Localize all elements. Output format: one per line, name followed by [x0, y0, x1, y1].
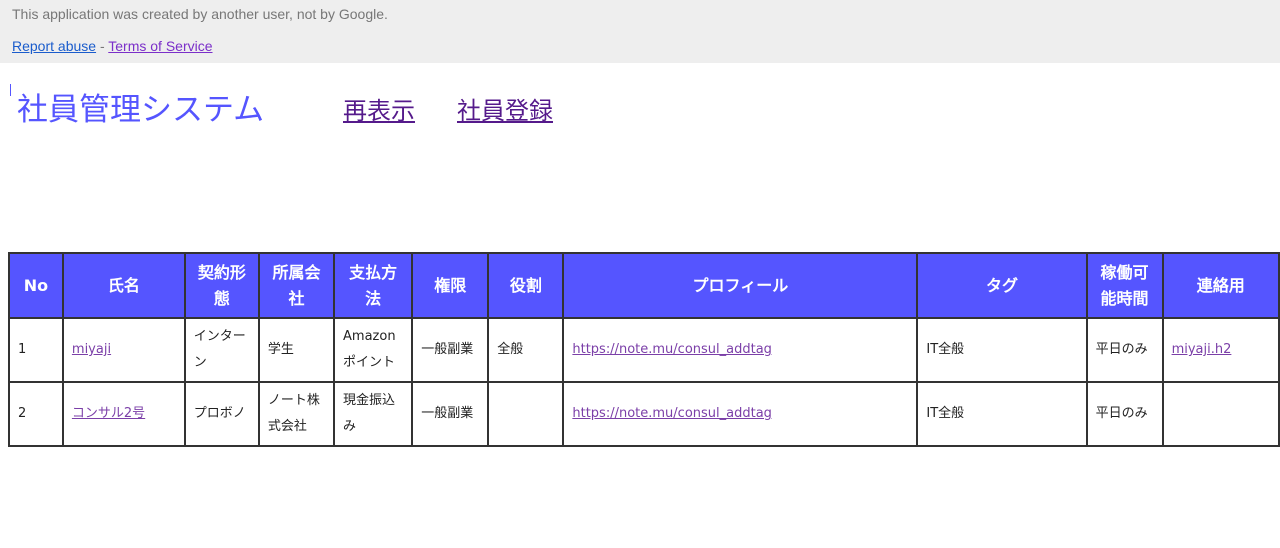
profile-link[interactable]: https://note.mu/consul_addtag: [572, 406, 772, 421]
cell-profile: https://note.mu/consul_addtag: [562, 317, 919, 383]
profile-link[interactable]: https://note.mu/consul_addtag: [572, 342, 772, 357]
banner-links: Report abuse - Terms of Service: [12, 38, 213, 54]
cell-company: 学生: [257, 317, 336, 383]
employee-table: No 氏名 契約形態 所属会社 支払方法 権限 役割 プロフィール タグ 稼働可能時間 連絡用 1m…: [8, 252, 1280, 447]
google-apps-script-banner: This application was created by another …: [0, 0, 1280, 63]
cell-name: miyaji: [61, 317, 186, 383]
table-row: 2 コンサル2号 プロボノ ノート株式会社 現金振込み 一般副業 https://note.…: [8, 381, 1280, 447]
reload-link[interactable]: 再表示: [343, 91, 415, 126]
cell-role: 全般: [487, 317, 565, 383]
text-cursor: [10, 84, 11, 96]
cell-contract-type: インターン: [183, 317, 260, 383]
table-row: 1 miyaji インターン 学生 Amazonポイント 一般副業 全般 https://no…: [8, 317, 1280, 383]
cell-permission: 一般副業: [411, 317, 490, 383]
cell-permission: 一般副業: [411, 381, 490, 447]
header-row: No 氏名 契約形態 所属会社 支払方法 権限 役割 プロフィール タグ 稼働可能時間 連絡用: [8, 252, 1280, 319]
separator: -: [96, 38, 109, 54]
cell-role: [487, 381, 565, 447]
cell-company: ノート株式会社: [257, 381, 336, 447]
cell-contact: miyaji.h2: [1161, 317, 1280, 383]
terms-of-service-link[interactable]: Terms of Service: [108, 38, 212, 54]
cell-tag: IT全般: [916, 317, 1088, 383]
cell-name: コンサル2号: [61, 381, 186, 447]
column-header-profile: プロフィール: [562, 252, 919, 319]
column-header-contract-type: 契約形態: [183, 252, 260, 319]
cell-payment-method: 現金振込み: [333, 381, 414, 447]
cell-available-hours: 平日のみ: [1085, 317, 1164, 383]
cell-profile: https://note.mu/consul_addtag: [562, 381, 919, 447]
banner-message: This application was created by another …: [12, 6, 388, 22]
column-header-tag: タグ: [916, 252, 1088, 319]
column-header-role: 役割: [487, 252, 565, 319]
name-link[interactable]: コンサル2号: [72, 406, 145, 421]
cell-contact: [1161, 381, 1280, 447]
cell-tag: IT全般: [916, 381, 1088, 447]
cell-available-hours: 平日のみ: [1085, 381, 1164, 447]
column-header-contact: 連絡用: [1161, 252, 1280, 319]
column-header-payment-method: 支払方法: [333, 252, 414, 319]
column-header-name: 氏名: [61, 252, 186, 319]
page-title: 社員管理システム: [17, 92, 265, 127]
contact-link[interactable]: miyaji.h2: [1172, 342, 1232, 357]
name-link[interactable]: miyaji: [72, 342, 111, 357]
column-header-available-hours: 稼働可能時間: [1085, 252, 1164, 319]
cell-no: 1: [8, 317, 64, 383]
column-header-permission: 権限: [411, 252, 490, 319]
column-header-company: 所属会社: [257, 252, 336, 319]
column-header-no: No: [8, 252, 64, 319]
report-abuse-link[interactable]: Report abuse: [12, 38, 96, 54]
register-employee-link[interactable]: 社員登録: [457, 91, 553, 126]
cell-contract-type: プロボノ: [183, 381, 260, 447]
cell-payment-method: Amazonポイント: [333, 317, 414, 383]
cell-no: 2: [8, 381, 64, 447]
